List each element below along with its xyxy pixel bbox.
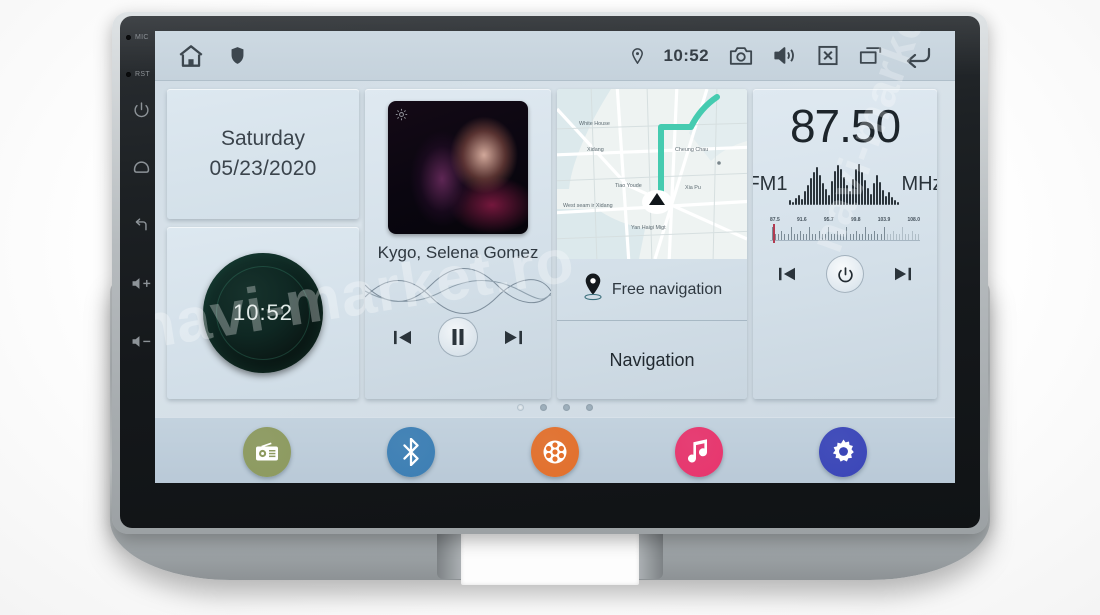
album-settings-icon xyxy=(395,108,408,126)
date-value-label: 05/23/2020 xyxy=(209,157,317,180)
page-dot-3[interactable] xyxy=(563,403,570,411)
mic-label: MIC xyxy=(135,34,149,41)
radio-unit-label: MHz xyxy=(901,172,937,195)
home-icon[interactable] xyxy=(177,43,205,69)
svg-text:West seam ir Xidang: West seam ir Xidang xyxy=(563,203,613,209)
dock-item-video[interactable] xyxy=(531,426,579,477)
free-navigation-row[interactable]: Free navigation xyxy=(557,259,747,321)
reset-label: RST xyxy=(135,71,150,78)
radio-scale-tick-label: 103.9 xyxy=(877,217,891,223)
radio-scale[interactable]: 87.5 91.6 95.7 99.8 103.9 108.0 xyxy=(770,217,920,243)
navigation-label: Navigation xyxy=(609,349,695,370)
location-pin-icon xyxy=(582,272,604,307)
map-preview[interactable]: White House Xidang Tiao Youde West seam … xyxy=(557,89,747,259)
volume-icon[interactable] xyxy=(773,45,797,66)
svg-text:Xia Pu: Xia Pu xyxy=(685,185,701,191)
status-clock: 10:52 xyxy=(663,45,709,65)
date-widget[interactable]: Saturday 05/23/2020 xyxy=(167,89,359,219)
radio-scale-tick-label: 108.0 xyxy=(907,217,920,223)
recents-icon[interactable] xyxy=(859,45,883,66)
volume-down-key[interactable] xyxy=(126,320,156,362)
svg-text:Xidang: Xidang xyxy=(587,147,604,153)
power-key[interactable] xyxy=(126,88,156,130)
head-unit-screen[interactable]: 10:52 Saturday 05/23/2020 10:52 Kygo, Se… xyxy=(155,31,955,483)
date-day-label: Saturday xyxy=(220,127,306,150)
music-widget[interactable]: Kygo, Selena Gomez xyxy=(365,89,551,399)
svg-text:Tiao Youde: Tiao Youde xyxy=(615,183,642,189)
location-pin-icon xyxy=(631,47,644,64)
film-reel-icon xyxy=(541,438,569,466)
device-shell: MIC RST 10:52 Saturday 05/23/2020 10:52 … xyxy=(0,0,1100,615)
home-key[interactable] xyxy=(126,146,156,188)
radio-equalizer-icon xyxy=(789,163,900,205)
page-indicator[interactable] xyxy=(155,399,955,415)
datetime-widget-column: Saturday 05/23/2020 10:52 xyxy=(167,89,359,399)
shield-icon[interactable] xyxy=(231,47,244,64)
music-note-icon xyxy=(688,438,710,466)
mic-led xyxy=(126,35,131,40)
svg-text:Yan Haigi Migt: Yan Haigi Migt xyxy=(631,225,666,231)
radio-scale-labels: 87.5 91.6 95.7 99.8 103.9 108.0 xyxy=(770,217,920,223)
navigation-button[interactable]: Navigation xyxy=(557,321,747,399)
radio-scale-tick-label: 99.8 xyxy=(850,217,861,223)
camera-icon[interactable] xyxy=(729,45,753,66)
radio-widget[interactable]: 87.50 FM1 MHz 87.5 91.6 95.7 99.8 103.9 108.0 xyxy=(753,89,937,399)
radio-scale-ticks xyxy=(770,224,920,243)
previous-station-icon[interactable] xyxy=(778,266,796,282)
volume-up-key[interactable] xyxy=(126,262,156,304)
back-arrow-icon[interactable] xyxy=(903,44,933,68)
next-track-icon[interactable] xyxy=(504,329,523,346)
radio-scale-tick-label: 87.5 xyxy=(770,217,780,223)
close-box-icon[interactable] xyxy=(817,45,839,66)
back-key[interactable] xyxy=(126,204,156,246)
radio-scale-tick-label: 91.6 xyxy=(796,217,807,223)
clock-dial: 10:52 xyxy=(203,253,323,373)
previous-track-icon[interactable] xyxy=(393,329,412,346)
dock-item-radio[interactable] xyxy=(243,426,291,477)
dock-item-music[interactable] xyxy=(675,426,723,477)
radio-power-button[interactable] xyxy=(826,255,864,293)
audio-waveform xyxy=(365,267,551,315)
radio-tuning-cursor xyxy=(773,224,775,243)
album-art xyxy=(388,101,528,234)
status-bar: 10:52 xyxy=(155,31,955,81)
dock-item-settings[interactable] xyxy=(819,426,867,477)
svg-text:White House: White House xyxy=(579,121,610,127)
radio-scale-tick-label: 95.7 xyxy=(823,217,834,223)
navigation-widget[interactable]: White House Xidang Tiao Youde West seam … xyxy=(557,89,747,399)
track-title: Kygo, Selena Gomez xyxy=(377,243,539,262)
page-dot-1[interactable] xyxy=(517,403,524,411)
next-station-icon[interactable] xyxy=(894,266,912,282)
svg-text:Cheung Chau: Cheung Chau xyxy=(675,147,708,153)
reset-led xyxy=(126,72,131,77)
gear-icon xyxy=(830,438,857,465)
music-controls xyxy=(365,317,551,357)
clock-time-label: 10:52 xyxy=(232,300,294,325)
widget-row: Saturday 05/23/2020 10:52 Kygo, Selena G… xyxy=(155,81,955,399)
bluetooth-icon xyxy=(401,437,421,466)
radio-controls xyxy=(778,255,912,293)
radio-frequency: 87.50 xyxy=(789,100,901,152)
pause-button[interactable] xyxy=(438,317,478,357)
radio-band-row: FM1 MHz xyxy=(753,163,937,205)
app-dock xyxy=(155,417,955,483)
radio-icon xyxy=(254,441,280,463)
free-navigation-label: Free navigation xyxy=(611,280,723,298)
clock-widget[interactable]: 10:52 xyxy=(167,227,359,399)
radio-band-label: FM1 xyxy=(753,172,788,195)
dock-item-bluetooth[interactable] xyxy=(387,426,435,477)
page-dot-4[interactable] xyxy=(586,403,593,411)
page-dot-2[interactable] xyxy=(540,403,547,411)
